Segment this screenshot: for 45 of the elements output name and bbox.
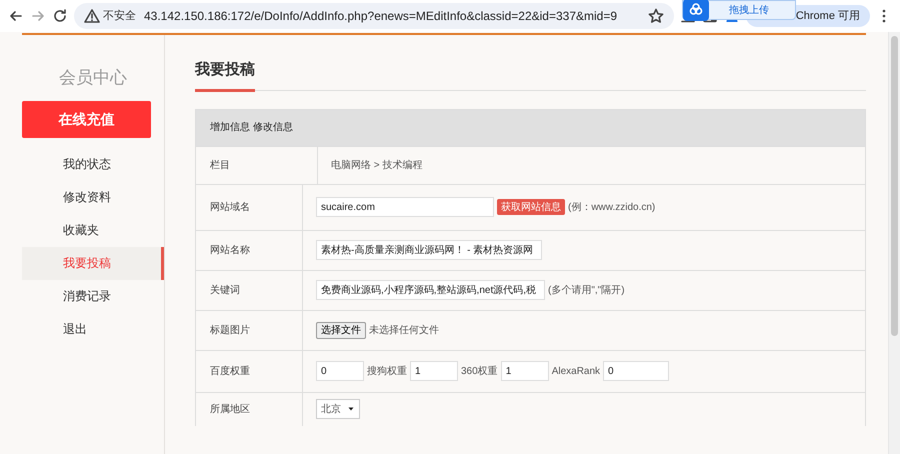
input-field[interactable]: 1 bbox=[500, 361, 549, 381]
security-chip[interactable]: 不安全 bbox=[84, 8, 136, 24]
sidebar-item[interactable]: 退出 bbox=[22, 312, 164, 346]
scrollbar[interactable] bbox=[888, 32, 900, 454]
field-label: 搜狗权重 bbox=[367, 364, 407, 378]
sidebar-item[interactable]: 我的状态 bbox=[22, 148, 164, 180]
field-label: 网站名称 bbox=[210, 244, 250, 258]
field-label: 关键词 bbox=[210, 284, 240, 298]
input-field[interactable]: 0 bbox=[316, 361, 364, 381]
field-label: 百度权重 bbox=[210, 364, 250, 378]
input-field[interactable]: 免费商业源码,小程序源码,整站源码,net源代码,税 bbox=[316, 280, 545, 300]
sidebar-item[interactable]: 我要投稿 bbox=[22, 246, 164, 280]
recharge-button[interactable]: 在线充值 bbox=[22, 100, 151, 138]
url-text: 43.142.150.186:172/e/DoInfo/AddInfo.php?enews=MEditInfo&classid=22&id=337&mid=9 bbox=[144, 8, 618, 25]
sidebar-item[interactable]: 消费记录 bbox=[22, 280, 164, 312]
field-hint: (例：www.zzido.cn) bbox=[568, 200, 656, 214]
back-icon[interactable] bbox=[8, 8, 24, 24]
scrollbar-thumb[interactable] bbox=[891, 36, 898, 336]
sidebar-item[interactable]: 修改资料 bbox=[22, 180, 164, 214]
reload-icon[interactable] bbox=[52, 8, 68, 24]
category-path: 电脑网络 > 技术编程 bbox=[331, 158, 422, 172]
fetch-button[interactable]: 获取网站信息 bbox=[497, 199, 565, 215]
caret-icon bbox=[347, 405, 355, 413]
field-label: 栏目 bbox=[210, 158, 230, 172]
input-field[interactable]: 素材热-高质量亲测商业源码网！ - 素材热资源网 bbox=[316, 240, 542, 260]
input-field[interactable]: 0 bbox=[603, 361, 670, 381]
region-select[interactable]: 北京 bbox=[316, 399, 360, 419]
field-label: 网站域名 bbox=[210, 200, 250, 214]
input-field[interactable]: sucaire.com bbox=[316, 197, 494, 217]
field-label: AlexaRank bbox=[552, 364, 600, 378]
sidebar-item[interactable]: 收藏夹 bbox=[22, 214, 164, 246]
form-header: 增加信息 修改信息 bbox=[196, 110, 865, 146]
sidebar-title: 会员中心 bbox=[58, 67, 128, 89]
file-status: 未选择任何文件 bbox=[369, 324, 439, 338]
input-field[interactable]: 1 bbox=[410, 361, 458, 381]
field-label: 所属地区 bbox=[210, 402, 250, 416]
page-heading: 我要投稿 bbox=[195, 59, 255, 92]
field-label: 标题图片 bbox=[210, 324, 250, 338]
warning-icon bbox=[84, 8, 100, 24]
field-label: 360权重 bbox=[461, 364, 498, 378]
field-hint: (多个请用","隔开) bbox=[548, 284, 625, 298]
choose-file-button[interactable]: 选择文件 bbox=[316, 322, 366, 338]
upload-popup[interactable]: 拖拽上传 bbox=[682, 0, 796, 20]
address-bar[interactable]: 不安全 43.142.150.186:172/e/DoInfo/AddInfo.php?enews=MEditInfo&classid=22&id=337&mid=9 bbox=[74, 3, 674, 29]
star-icon[interactable] bbox=[648, 8, 664, 24]
